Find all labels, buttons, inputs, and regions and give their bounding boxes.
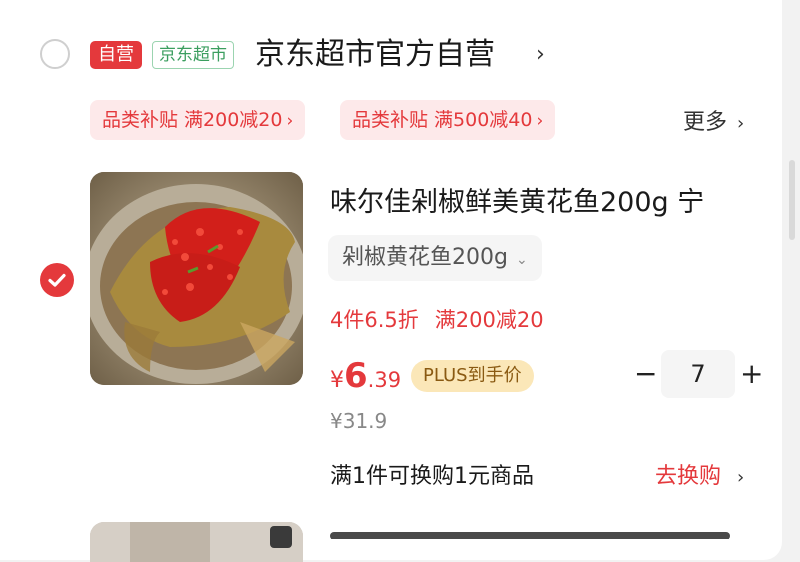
price-currency: ¥ [330, 368, 344, 393]
item-checkbox-checked[interactable] [40, 263, 74, 297]
increase-quantity-button[interactable]: + [740, 358, 763, 390]
chevron-right-icon: › [536, 42, 545, 67]
cropped-text-line [330, 532, 730, 539]
discount-text: 4件6.5折 [330, 308, 419, 332]
original-price: ¥31.9 [330, 409, 388, 433]
promo-label: 品类补贴 满500减40 [352, 109, 533, 131]
chevron-down-icon: ⌄ [515, 252, 528, 268]
spec-label: 剁椒黄花鱼200g [342, 245, 508, 270]
price-integer: 6 [344, 356, 368, 396]
promo-chip-1[interactable]: 品类补贴 满200减20 › [90, 100, 306, 140]
self-operated-badge: 自营 [90, 41, 142, 69]
more-label: 更多 [683, 110, 728, 135]
next-product-thumbnail-icon [90, 522, 303, 562]
jd-supermarket-badge: 京东超市 [152, 41, 234, 69]
fish-dish-icon [90, 172, 303, 385]
quantity-input[interactable]: 7 [661, 350, 735, 398]
next-product-image[interactable] [90, 522, 303, 562]
store-select-radio[interactable] [40, 39, 70, 69]
store-cart-card: 自营 京东超市 京东超市官方自营 › 品类补贴 满200减20 › 品类补贴 满5… [0, 0, 782, 562]
more-promos-button[interactable]: 更多 › [683, 104, 744, 136]
exchange-link[interactable]: 去换购 › [655, 458, 744, 490]
price-decimal: .39 [367, 368, 402, 392]
product-image[interactable] [90, 172, 303, 385]
chevron-right-icon: › [737, 113, 745, 134]
plus-price-badge: PLUS到手价 [411, 360, 534, 392]
chevron-right-icon: › [286, 111, 294, 131]
chevron-right-icon: › [737, 467, 745, 488]
scrollbar-thumb[interactable] [789, 160, 795, 240]
product-price: ¥6.39 [330, 356, 401, 402]
exchange-offer-text: 满1件可换购1元商品 [330, 464, 534, 489]
product-title[interactable]: 味尔佳剁椒鲜美黄花鱼200g 宁 [330, 180, 750, 219]
checkmark-icon [48, 273, 66, 287]
promo-chip-2[interactable]: 品类补贴 满500减40 › [340, 100, 556, 140]
store-name-link[interactable]: 京东超市官方自营 [255, 35, 495, 75]
next-product-title-cropped[interactable] [330, 520, 750, 539]
exchange-link-label: 去换购 [655, 464, 722, 489]
product-promotions: 4件6.5折 满200减20 [330, 304, 544, 334]
decrease-quantity-button[interactable]: − [634, 358, 657, 390]
spec-selector[interactable]: 剁椒黄花鱼200g ⌄ [328, 235, 542, 281]
full-reduce-text: 满200减20 [434, 308, 544, 332]
chevron-right-icon: › [536, 111, 544, 131]
promo-label: 品类补贴 满200减20 [102, 109, 283, 131]
